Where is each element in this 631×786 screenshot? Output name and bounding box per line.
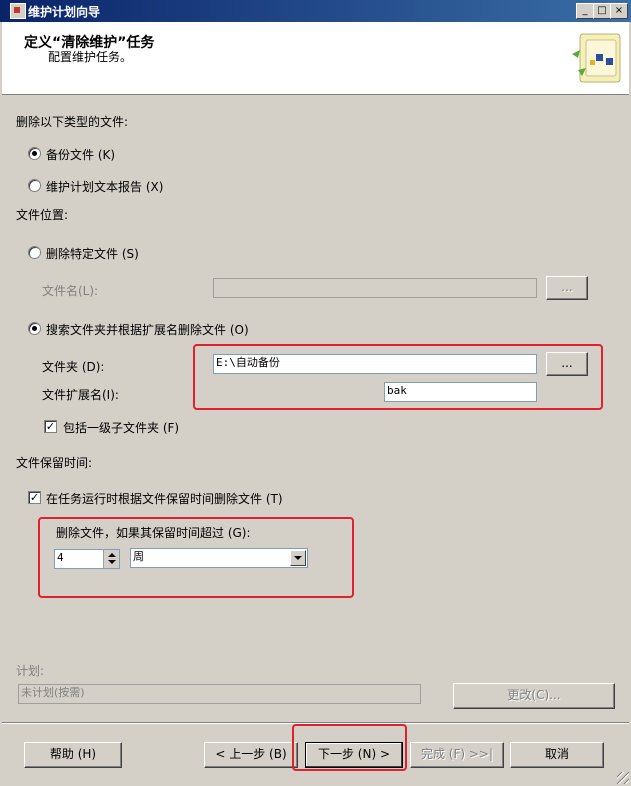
search-folder-radio[interactable] (28, 322, 41, 335)
file-name-label: 文件名(L): (42, 284, 99, 298)
cancel-button[interactable]: 取消 (510, 742, 604, 768)
change-schedule-button[interactable]: 更改(C)... (453, 683, 615, 709)
retention-highlight-box (38, 517, 354, 598)
backup-files-radio[interactable] (28, 147, 41, 160)
folder-label: 文件夹 (D): (42, 360, 105, 374)
retention-label: 文件保留时间: (16, 456, 93, 470)
window-title: 维护计划向导 (28, 5, 101, 19)
schedule-label: 计划: (16, 664, 45, 678)
text-report-radio[interactable] (28, 179, 41, 192)
back-button[interactable]: < 上一步 (B) (204, 742, 298, 768)
specific-file-label[interactable]: 删除特定文件 (S) (46, 245, 139, 262)
extension-label: 文件扩展名(I): (42, 388, 119, 402)
search-folder-label[interactable]: 搜索文件夹并根据扩展名删除文件 (O) (46, 321, 249, 338)
text-report-label[interactable]: 维护计划文本报告 (X) (46, 178, 163, 195)
include-subfolders-label[interactable]: 包括一级子文件夹 (F) (63, 419, 179, 436)
next-highlight-box (292, 724, 407, 771)
backup-files-label[interactable]: 备份文件 (K) (46, 146, 115, 163)
file-location-label: 文件位置: (16, 208, 69, 222)
app-icon (10, 3, 26, 19)
file-type-label: 删除以下类型的文件: (16, 115, 129, 129)
help-button[interactable]: 帮助 (H) (24, 742, 122, 768)
delete-by-age-label[interactable]: 在任务运行时根据文件保留时间删除文件 (T) (46, 490, 283, 507)
include-subfolders-checkbox[interactable]: ✓ (44, 420, 57, 433)
page-subtitle: 配置维护任务。 (48, 50, 133, 64)
title-bar[interactable]: 维护计划向导 _ □ × (0, 0, 631, 22)
minimize-button[interactable]: _ (576, 3, 594, 19)
schedule-field: 未计划(按需) (18, 684, 421, 704)
wizard-maintenance-icon (572, 33, 621, 83)
file-name-browse-button[interactable]: ... (546, 276, 588, 300)
delete-by-age-checkbox[interactable]: ✓ (28, 491, 41, 504)
folder-highlight-box (193, 344, 603, 410)
finish-button[interactable]: 完成 (F) >>| (410, 742, 504, 768)
wizard-header: 定义“清除维护”任务 配置维护任务。 (2, 22, 629, 95)
resize-grip[interactable] (617, 772, 629, 784)
specific-file-radio[interactable] (28, 246, 41, 259)
close-button[interactable]: × (610, 3, 628, 19)
maximize-button[interactable]: □ (593, 3, 611, 19)
file-name-input[interactable] (213, 278, 537, 298)
